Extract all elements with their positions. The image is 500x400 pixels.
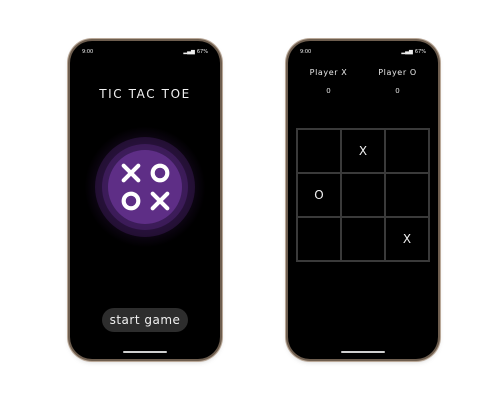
signal-icon: ▂▄▆ [183, 49, 195, 55]
page-title: TIC TAC TOE [99, 87, 191, 101]
player-name: Player X [309, 68, 348, 77]
player-score: 0 [395, 87, 400, 95]
player-o-score: Player O 0 [368, 68, 428, 95]
game-board: X O X [296, 128, 430, 262]
player-name: Player O [378, 68, 417, 77]
phone-home-screen: 9:00 ▂▄▆ 67% TIC TAC TOE start game [70, 41, 220, 359]
board-cell-6[interactable] [385, 173, 429, 217]
home-indicator[interactable] [341, 351, 385, 353]
board-cell-5[interactable] [341, 173, 385, 217]
x-mark-icon [150, 191, 169, 211]
player-score: 0 [326, 87, 331, 95]
o-mark-icon [121, 191, 140, 211]
status-time: 9:00 [300, 49, 312, 55]
status-bar: 9:00 ▂▄▆ 67% [300, 47, 426, 57]
signal-icon: ▂▄▆ [401, 49, 413, 55]
o-mark-icon [150, 163, 169, 183]
status-bar: 9:00 ▂▄▆ 67% [82, 47, 208, 57]
battery-level: 67% [196, 49, 208, 55]
phone-game-screen: 9:00 ▂▄▆ 67% Player X 0 Player O 0 X O X [288, 41, 438, 359]
start-game-button[interactable]: start game [102, 308, 188, 332]
board-cell-3[interactable] [385, 129, 429, 173]
board-cell-7[interactable] [297, 217, 341, 261]
battery-level: 67% [414, 49, 426, 55]
scoreboard: Player X 0 Player O 0 [288, 68, 438, 95]
board-cell-4[interactable]: O [297, 173, 341, 217]
player-x-score: Player X 0 [299, 68, 359, 95]
x-mark-icon [121, 163, 140, 183]
home-indicator[interactable] [123, 351, 167, 353]
board-cell-9[interactable]: X [385, 217, 429, 261]
board-cell-2[interactable]: X [341, 129, 385, 173]
status-time: 9:00 [82, 49, 94, 55]
board-cell-8[interactable] [341, 217, 385, 261]
board-cell-1[interactable] [297, 129, 341, 173]
game-logo [116, 159, 174, 215]
